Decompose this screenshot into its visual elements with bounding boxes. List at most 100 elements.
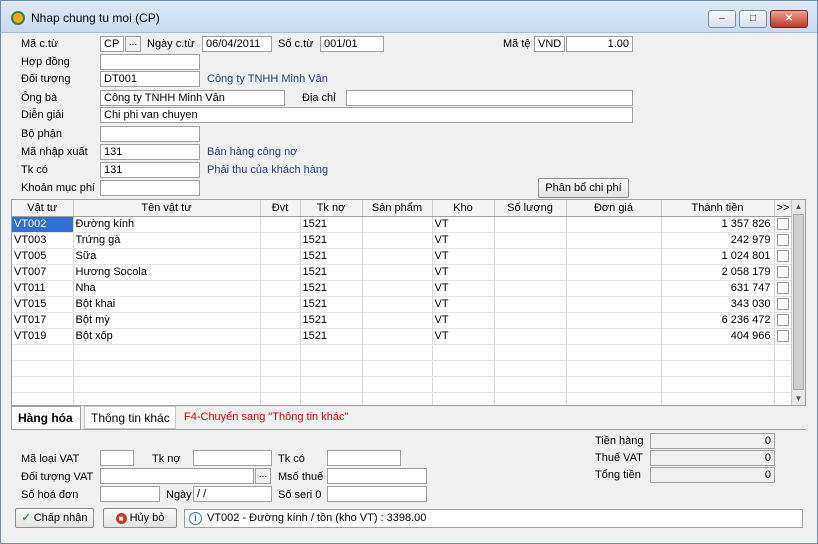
table-cell-code[interactable]: VT005 xyxy=(12,248,74,265)
table-cell-tkno[interactable]: 1521 xyxy=(300,296,363,313)
column-header[interactable]: Tk nợ xyxy=(300,200,363,217)
table-cell-code[interactable]: VT011 xyxy=(12,280,74,297)
tab-thong-tin-khac[interactable]: Thông tin khác xyxy=(84,406,176,429)
column-header[interactable]: >> xyxy=(774,200,793,217)
table-row[interactable]: VT015 Bột khai 1521 VT 343 030 xyxy=(12,296,793,313)
vat-tk-no-input[interactable] xyxy=(193,450,272,466)
dia-chi-input[interactable] xyxy=(346,90,633,106)
column-header[interactable]: Vật tư xyxy=(12,200,74,217)
table-cell-sl[interactable] xyxy=(494,248,567,265)
table-cell-empty[interactable] xyxy=(661,360,775,377)
table-cell-empty[interactable] xyxy=(362,360,433,377)
table-cell-dvt[interactable] xyxy=(260,312,301,329)
so-seri-input[interactable] xyxy=(327,486,427,502)
table-cell-sp[interactable] xyxy=(362,232,433,249)
table-cell-dg[interactable] xyxy=(566,312,662,329)
table-cell-empty[interactable] xyxy=(73,376,261,393)
table-cell-dvt[interactable] xyxy=(260,264,301,281)
table-cell-empty[interactable] xyxy=(73,392,261,405)
table-cell-empty[interactable] xyxy=(260,392,301,405)
table-cell-tkno[interactable]: 1521 xyxy=(300,232,363,249)
so-ctu-input[interactable]: 001/01 xyxy=(320,36,384,52)
table-cell-tkno[interactable]: 1521 xyxy=(300,264,363,281)
table-cell-empty[interactable] xyxy=(260,376,301,393)
table-cell-dg[interactable] xyxy=(566,280,662,297)
table-cell-sp[interactable] xyxy=(362,248,433,265)
ma-nx-input[interactable]: 131 xyxy=(100,144,200,160)
table-cell-kho[interactable]: VT xyxy=(432,312,495,329)
table-cell-empty[interactable] xyxy=(12,344,74,361)
column-header[interactable]: Kho xyxy=(432,200,495,217)
table-cell-empty[interactable] xyxy=(73,360,261,377)
khoan-muc-input[interactable] xyxy=(100,180,200,196)
table-cell-empty[interactable] xyxy=(73,344,261,361)
table-cell-code[interactable]: VT002 xyxy=(12,216,74,233)
table-cell-dg[interactable] xyxy=(566,328,662,345)
table-cell-sp[interactable] xyxy=(362,216,433,233)
ma-te-input[interactable]: VND xyxy=(534,36,565,52)
table-cell-sp[interactable] xyxy=(362,280,433,297)
table-cell-kho[interactable]: VT xyxy=(432,216,495,233)
table-cell-sp[interactable] xyxy=(362,264,433,281)
table-cell-code[interactable]: VT007 xyxy=(12,264,74,281)
doi-tuong-input[interactable]: DT001 xyxy=(100,71,200,87)
table-cell-empty[interactable] xyxy=(260,360,301,377)
table-cell-sp[interactable] xyxy=(362,328,433,345)
table-cell-empty[interactable] xyxy=(300,360,363,377)
table-row-empty[interactable] xyxy=(12,392,793,405)
table-cell-kho[interactable]: VT xyxy=(432,296,495,313)
table-row[interactable]: VT011 Nha 1521 VT 631 747 xyxy=(12,280,793,297)
table-cell-tkno[interactable]: 1521 xyxy=(300,280,363,297)
scroll-down-icon[interactable]: ▼ xyxy=(792,392,805,405)
table-cell-dg[interactable] xyxy=(566,296,662,313)
table-row[interactable]: VT003 Trứng gà 1521 VT 242 979 xyxy=(12,232,793,249)
ngay-ctu-input[interactable]: 06/04/2011 xyxy=(202,36,272,52)
table-cell-tt[interactable]: 2 058 179 xyxy=(661,264,775,281)
row-checkbox[interactable] xyxy=(776,282,789,295)
accept-button[interactable]: ✓ Chấp nhận xyxy=(15,508,94,528)
table-cell-name[interactable]: Đường kính xyxy=(73,216,261,233)
table-cell-empty[interactable] xyxy=(300,376,363,393)
table-cell-empty[interactable] xyxy=(12,360,74,377)
table-cell-dg[interactable] xyxy=(566,232,662,249)
ty-gia-input[interactable]: 1.00 xyxy=(566,36,633,52)
mso-thue-input[interactable] xyxy=(327,468,427,484)
table-cell-tt[interactable]: 6 236 472 xyxy=(661,312,775,329)
table-cell-tt[interactable]: 242 979 xyxy=(661,232,775,249)
table-cell-tt[interactable]: 1 024 801 xyxy=(661,248,775,265)
table-cell-kho[interactable]: VT xyxy=(432,328,495,345)
hop-dong-input[interactable] xyxy=(100,54,200,70)
phan-bo-chi-phi-button[interactable]: Phân bổ chi phí xyxy=(538,178,629,198)
table-cell-empty[interactable] xyxy=(494,344,567,361)
table-cell-empty[interactable] xyxy=(661,344,775,361)
table-cell-empty[interactable] xyxy=(494,376,567,393)
table-cell-name[interactable]: Nha xyxy=(73,280,261,297)
table-cell-empty[interactable] xyxy=(300,344,363,361)
table-cell-kho[interactable]: VT xyxy=(432,248,495,265)
scroll-up-icon[interactable]: ▲ xyxy=(792,200,805,213)
dien-giai-input[interactable]: Chi phi van chuyen xyxy=(100,107,633,123)
table-cell-code[interactable]: VT017 xyxy=(12,312,74,329)
table-cell-dg[interactable] xyxy=(566,216,662,233)
table-cell-sl[interactable] xyxy=(494,264,567,281)
browse-icon[interactable]: ... xyxy=(125,36,141,52)
table-cell-dvt[interactable] xyxy=(260,296,301,313)
table-cell-empty[interactable] xyxy=(432,392,495,405)
table-cell-sl[interactable] xyxy=(494,216,567,233)
table-cell-empty[interactable] xyxy=(774,376,793,393)
table-cell-empty[interactable] xyxy=(774,360,793,377)
table-cell-sl[interactable] xyxy=(494,280,567,297)
table-cell-dg[interactable] xyxy=(566,248,662,265)
table-cell-code[interactable]: VT015 xyxy=(12,296,74,313)
table-cell-tkno[interactable]: 1521 xyxy=(300,328,363,345)
table-cell-empty[interactable] xyxy=(432,376,495,393)
row-checkbox[interactable] xyxy=(776,250,789,263)
table-cell-empty[interactable] xyxy=(362,392,433,405)
table-cell-sl[interactable] xyxy=(494,312,567,329)
browse-vat-icon[interactable]: ... xyxy=(255,468,271,484)
ong-ba-input[interactable]: Công ty TNHH Minh Vân xyxy=(100,90,285,106)
table-cell-sl[interactable] xyxy=(494,296,567,313)
table-cell-sp[interactable] xyxy=(362,296,433,313)
table-cell-empty[interactable] xyxy=(12,392,74,405)
table-cell-empty[interactable] xyxy=(432,360,495,377)
